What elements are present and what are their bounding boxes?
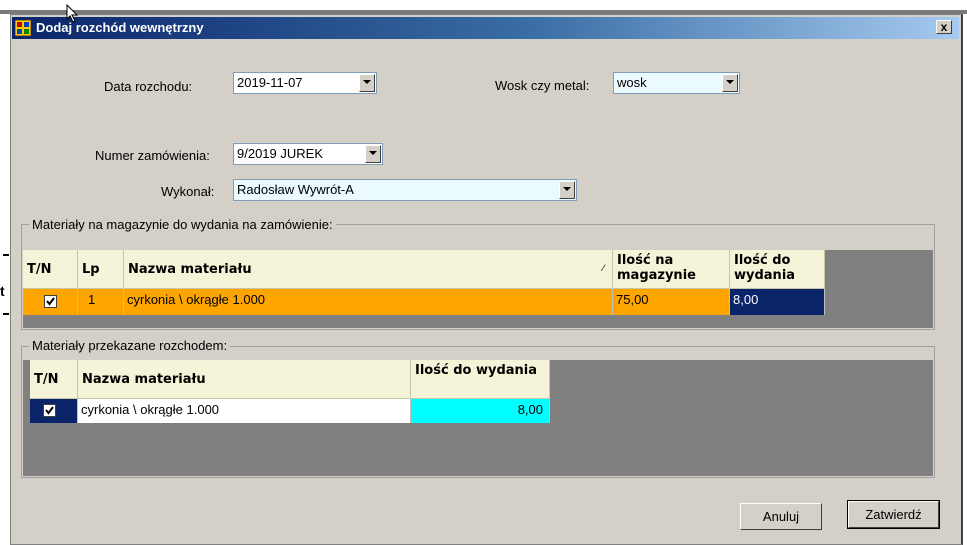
close-button[interactable]: x [936,20,952,34]
column-header-name[interactable]: Nazwa materiału [78,360,411,399]
mouse-cursor-icon [66,3,80,27]
app-icon [14,19,32,37]
order-number-value: 9/2019 JUREK [237,146,323,161]
confirm-button[interactable]: Zatwierdź [847,500,940,529]
performer-select[interactable]: Radosław Wywrót-A [233,179,577,201]
chevron-down-icon[interactable] [559,181,575,199]
order-number-select[interactable]: 9/2019 JUREK [233,143,383,165]
date-value: 2019-11-07 [237,75,303,90]
column-header-stock-qty[interactable]: Ilość na magazynie [613,250,730,289]
chevron-down-icon[interactable] [365,145,381,163]
chevron-down-icon[interactable] [722,74,738,92]
wax-metal-label: Wosk czy metal: [495,78,590,93]
order-number-label: Numer zamówienia: [95,148,210,163]
sort-indicator-icon: ⁄ [602,264,604,274]
column-header-tn[interactable]: T/N [30,360,78,399]
window-title: Dodaj rozchód wewnętrzny [36,20,204,35]
wax-metal-value: wosk [617,75,647,90]
checkmark-icon [46,297,55,306]
wax-metal-select[interactable]: wosk [613,72,740,94]
row-material-name: cyrkonia \ okrągłe 1.000 [78,399,411,423]
row-issue-qty[interactable]: 8,00 [411,399,550,423]
chevron-down-icon[interactable] [359,74,375,92]
row-checkbox[interactable] [44,295,57,308]
row-checkbox-cell[interactable] [23,289,78,315]
row-issue-qty[interactable]: 8,00 [730,289,825,315]
column-header-issue-qty[interactable]: Ilość do wydania [730,250,825,289]
row-lp: 1 [78,289,124,315]
row-material-name: cyrkonia \ okrągłe 1.000 [124,289,613,315]
row-stock-qty: 75,00 [613,289,730,315]
column-header-name[interactable]: Nazwa materiału ⁄ [124,250,613,289]
background-fragment-bar [3,254,9,256]
column-header-tn[interactable]: T/N [23,250,78,289]
performer-label: Wykonał: [161,184,215,199]
column-header-name-label: Nazwa materiału [128,261,252,277]
row-checkbox-cell[interactable] [30,399,78,423]
cancel-button[interactable]: Anuluj [740,503,822,530]
close-icon: x [940,20,948,34]
desktop-background-left [0,0,10,545]
column-header-issue-qty[interactable]: Ilość do wydania [411,360,550,399]
row-checkbox[interactable] [43,404,56,417]
column-header-lp[interactable]: Lp [78,250,124,289]
performer-value: Radosław Wywrót-A [237,182,354,197]
issued-materials-group-label: Materiały przekazane rozchodem: [29,338,231,354]
background-fragment-bar [3,313,9,315]
date-picker[interactable]: 2019-11-07 [233,72,377,94]
stock-materials-group-label: Materiały na magazynie do wydania na zam… [29,217,336,233]
date-label: Data rozchodu: [104,79,193,94]
background-fragment-text: t [0,283,5,299]
checkmark-icon [45,406,54,415]
